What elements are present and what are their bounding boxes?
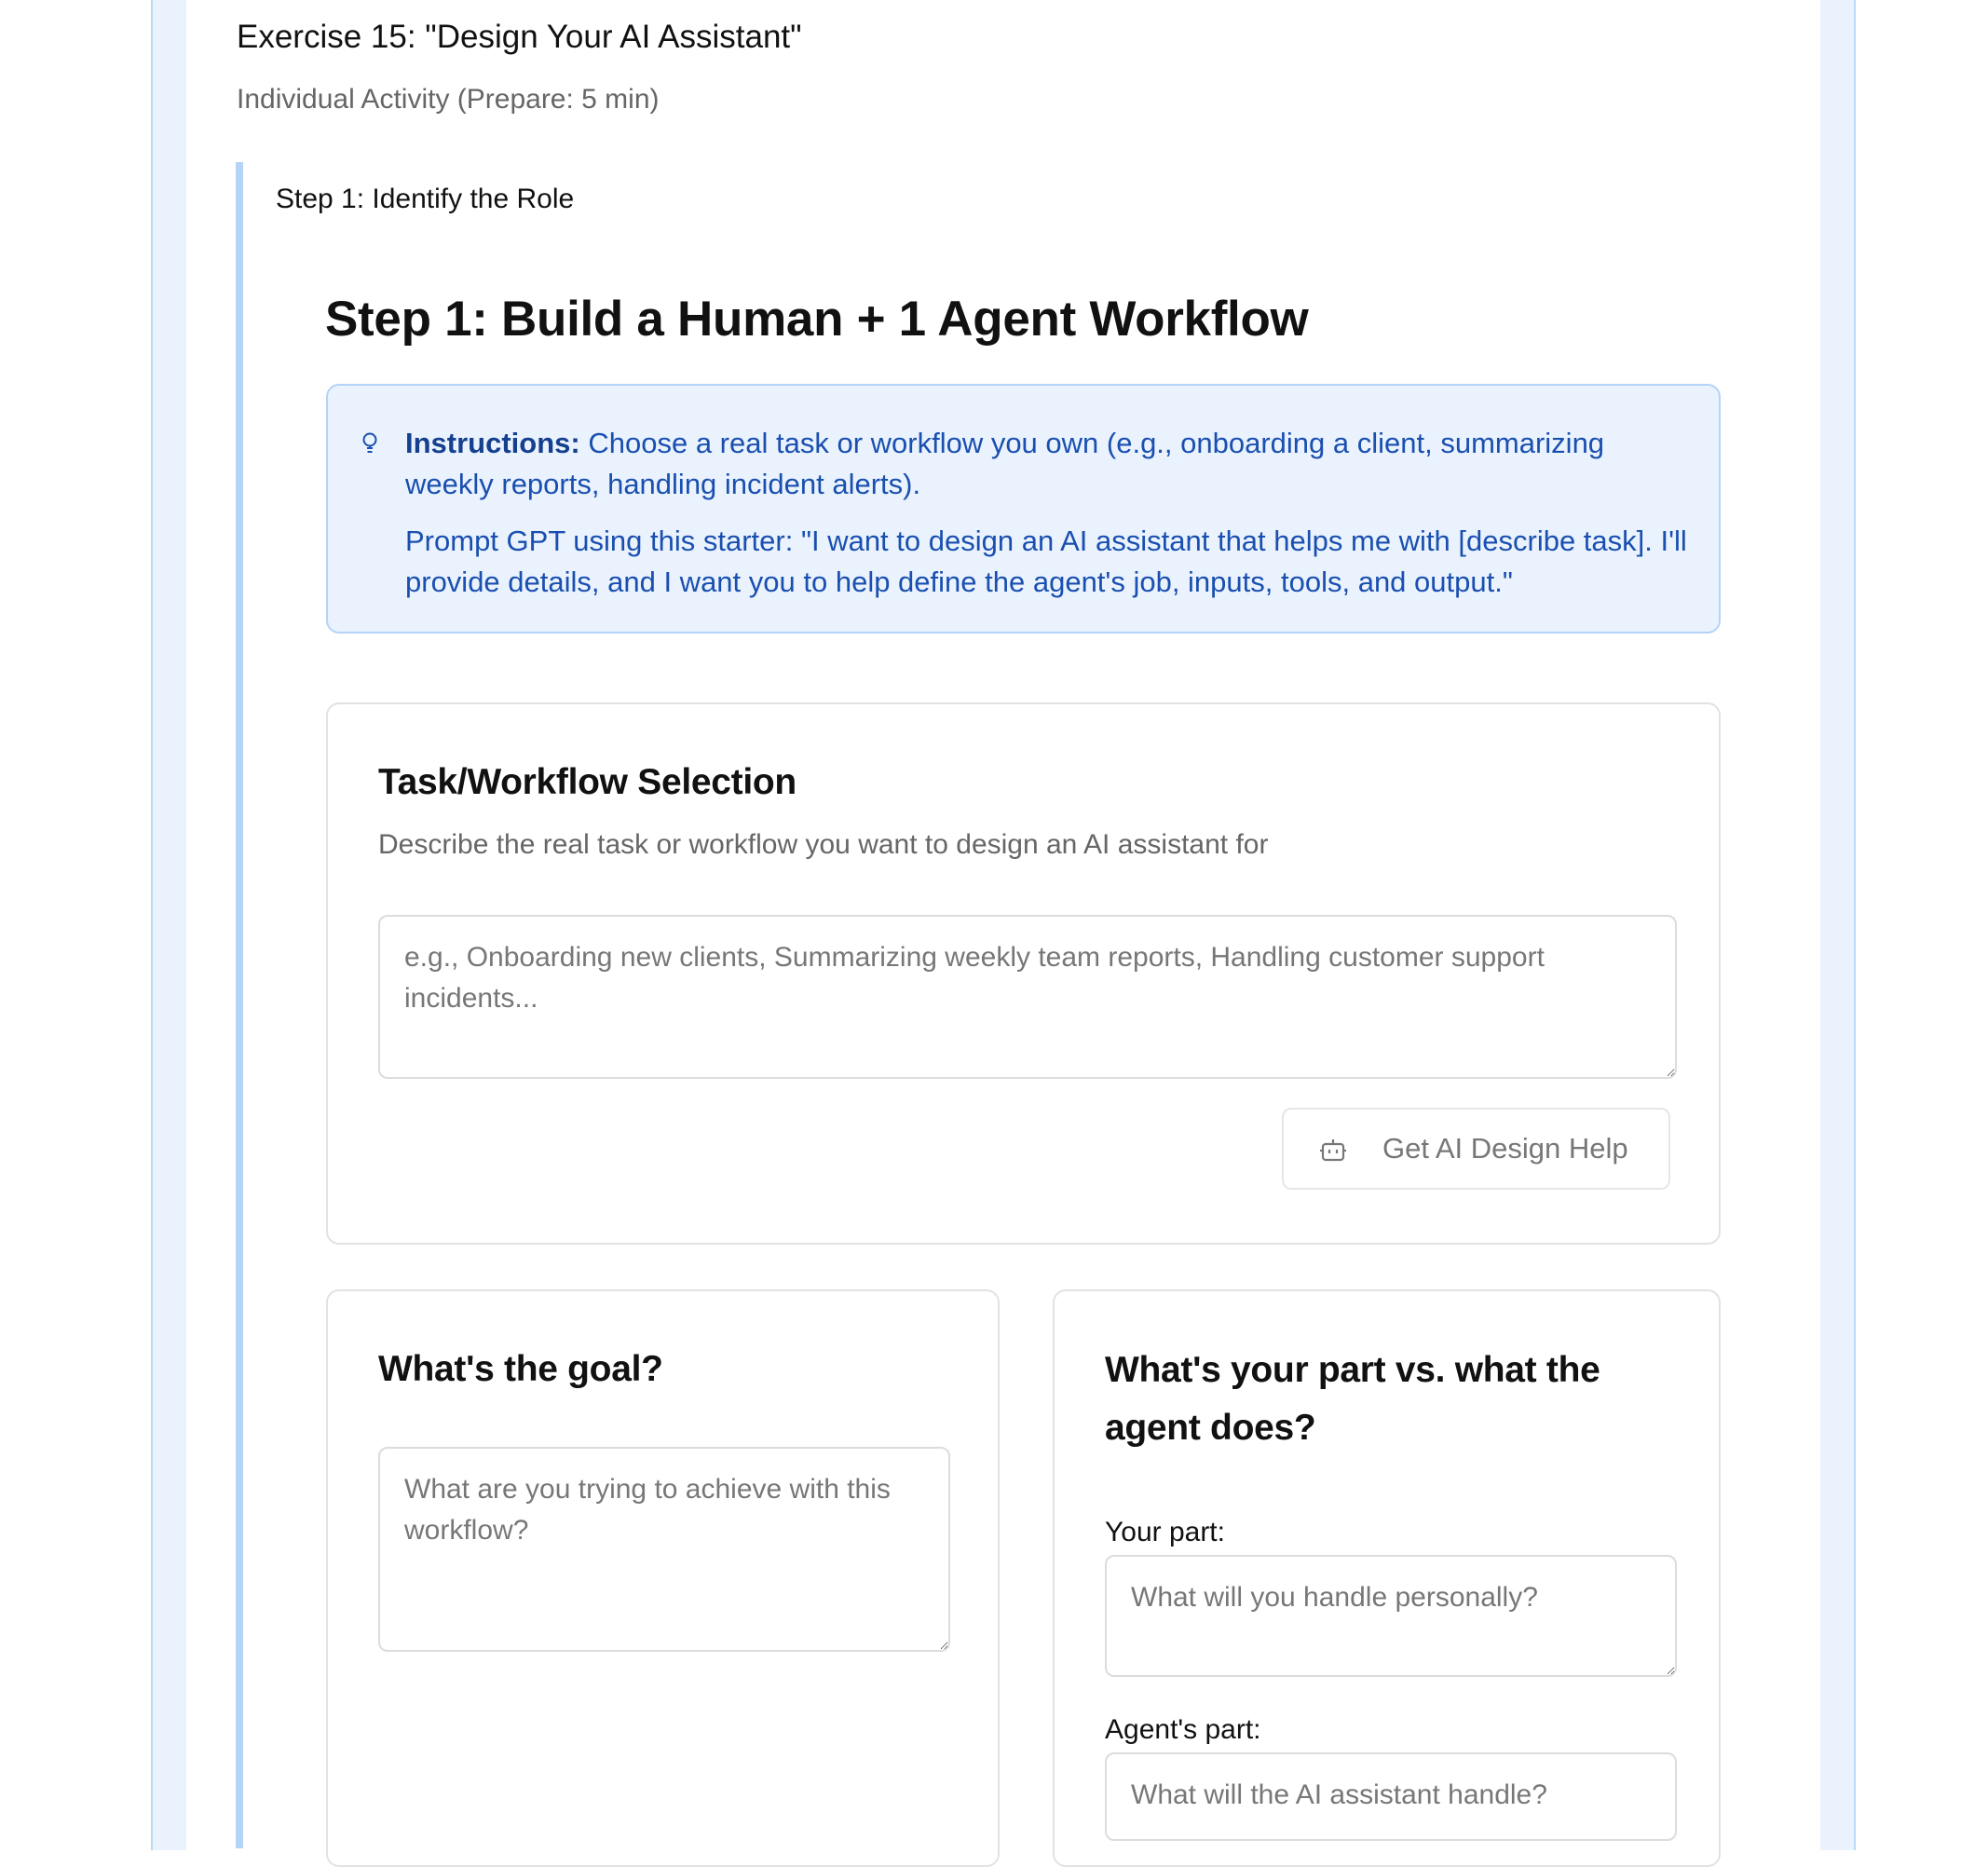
- goal-title: What's the goal?: [378, 1349, 663, 1389]
- your-part-input[interactable]: [1105, 1555, 1677, 1677]
- goal-input[interactable]: [378, 1447, 950, 1652]
- roles-title: What's your part vs. what the agent does…: [1105, 1350, 1600, 1448]
- step-heading: Step 1: Build a Human + 1 Agent Workflow: [325, 292, 1309, 347]
- lightbulb-icon: [362, 432, 377, 453]
- task-selection-description: Describe the real task or workflow you w…: [378, 829, 1269, 860]
- exercise-title: Exercise 15: "Design Your AI Assistant": [237, 19, 802, 55]
- agent-part-input[interactable]: [1105, 1752, 1677, 1841]
- task-selection-title: Task/Workflow Selection: [378, 762, 797, 802]
- exercise-subtitle: Individual Activity (Prepare: 5 min): [237, 84, 660, 115]
- your-part-label: Your part:: [1105, 1517, 1225, 1547]
- task-workflow-input[interactable]: [378, 915, 1677, 1079]
- instructions-text: Instructions: Choose a real task or work…: [405, 423, 1691, 505]
- get-ai-design-help-label: Get AI Design Help: [1382, 1132, 1628, 1165]
- step-label: Step 1: Identify the Role: [276, 184, 575, 214]
- instructions-prompt: Prompt GPT using this starter: "I want t…: [405, 525, 1687, 598]
- instructions-lead: Instructions:: [405, 427, 580, 459]
- robot-icon: [1320, 1139, 1346, 1162]
- instructions-body: Choose a real task or workflow you own (…: [405, 427, 1605, 500]
- agent-part-label: Agent's part:: [1105, 1714, 1261, 1745]
- get-ai-design-help-button[interactable]: Get AI Design Help: [1282, 1108, 1670, 1190]
